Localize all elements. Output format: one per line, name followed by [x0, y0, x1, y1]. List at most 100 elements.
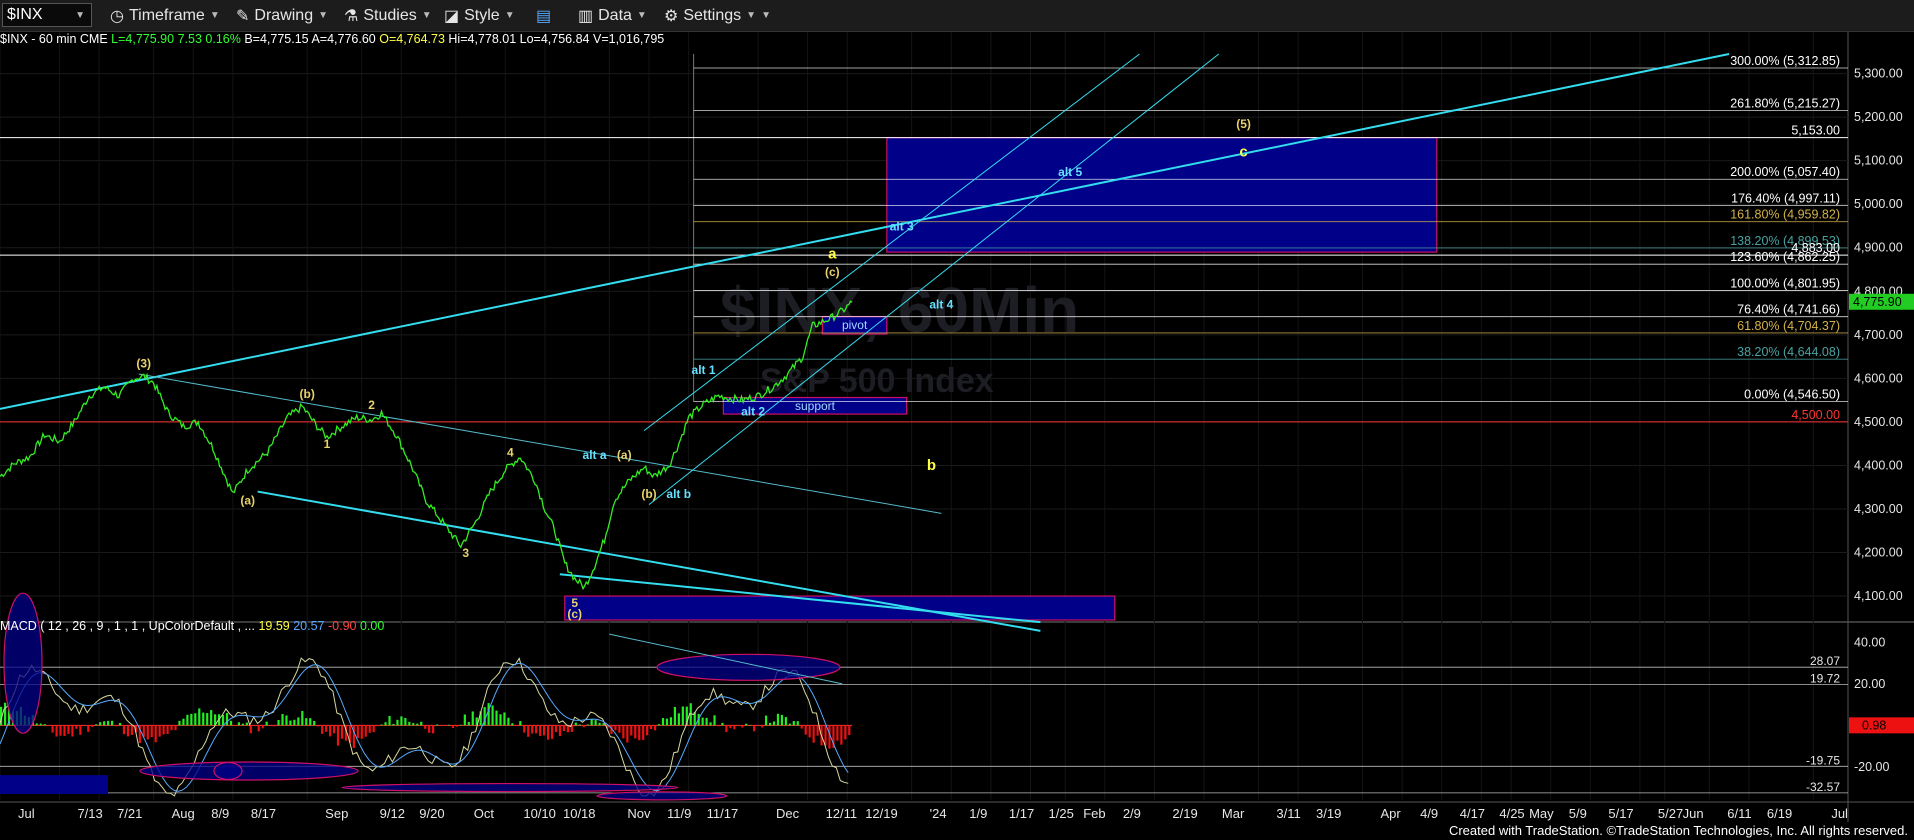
macd-histogram-bar	[650, 725, 653, 730]
wave-label: 1	[324, 437, 331, 451]
fib-label: 100.00% (4,801.95)	[1730, 276, 1840, 290]
macd-histogram-bar	[154, 725, 157, 743]
macd-histogram-bar	[87, 725, 90, 732]
macd-histogram-bar	[182, 718, 185, 726]
macd-level-label: -32.57	[1806, 780, 1840, 794]
symbol-value: $INX	[7, 6, 43, 23]
symbol-input[interactable]: $INX ▼	[2, 3, 92, 27]
data-menu[interactable]: ▥ Data ▼	[578, 4, 647, 27]
chevron-down-icon: ▼	[746, 10, 757, 21]
macd-histogram-bar	[792, 721, 795, 726]
macd-histogram-bar	[372, 725, 375, 733]
time-tick-label: 10/18	[563, 806, 596, 821]
layout-button[interactable]: ▤	[536, 4, 556, 27]
macd-histogram-bar	[701, 717, 704, 726]
macd-histogram-bar	[122, 725, 126, 735]
settings-label: Settings	[683, 6, 742, 24]
time-tick-label: 8/17	[251, 806, 276, 821]
studies-label: Studies	[363, 6, 417, 24]
macd-histogram-bar	[709, 722, 712, 726]
time-tick-label: 4/17	[1460, 806, 1485, 821]
wave-label: a	[828, 246, 837, 263]
macd-histogram-bar	[110, 720, 114, 726]
macd-histogram-bar	[416, 723, 419, 726]
time-tick-label: Dec	[776, 806, 800, 821]
studies-menu[interactable]: ⚗ Studies ▼	[344, 4, 432, 27]
macd-histogram-bar	[455, 725, 459, 727]
style-menu[interactable]: ◪ Style ▼	[444, 4, 515, 27]
macd-histogram-bar	[257, 725, 260, 732]
chart-watermark: $INX, 60Min S&P 500 Index	[720, 274, 1079, 400]
time-tick-label: Oct	[474, 806, 495, 821]
time-tick-label: 9/20	[419, 806, 444, 821]
macd-value-3: -0.90	[327, 619, 357, 633]
macd-histogram-bar	[824, 725, 827, 746]
header-exchange: CME	[79, 32, 108, 46]
price-chart[interactable]: $INX, 60Min S&P 500 Index pivot support 3…	[0, 32, 1914, 824]
time-tick-label: 8/9	[211, 806, 229, 821]
wave-label: alt 5	[1058, 165, 1082, 179]
macd-histogram-bar	[729, 725, 732, 729]
time-tick-label: 11/9	[667, 806, 691, 821]
level-label: 5,153.00	[1791, 124, 1840, 138]
wave-label: (b)	[641, 487, 656, 501]
macd-histogram-bar	[499, 714, 502, 726]
macd-histogram-bar	[780, 714, 784, 726]
header-last: L=4,775.90	[111, 32, 175, 46]
macd-histogram-bar	[764, 715, 768, 726]
macd-histogram-bar	[261, 725, 264, 729]
macd-histogram-bar	[297, 717, 300, 726]
macd-histogram-bar	[39, 723, 42, 726]
fib-label: 38.20% (4,644.08)	[1737, 345, 1840, 359]
macd-histogram-bar	[768, 722, 772, 726]
macd-histogram-bar	[114, 725, 118, 727]
macd-histogram-bar	[848, 725, 851, 735]
macd-histogram-bar	[245, 722, 248, 726]
price-tick-label: 4,200.00	[1854, 546, 1903, 560]
price-tick-label: 5,100.00	[1854, 154, 1903, 168]
macd-histogram-bar	[392, 723, 395, 726]
macd-histogram-bar	[661, 718, 665, 726]
macd-histogram-bar	[788, 723, 791, 726]
wave-label: alt b	[666, 487, 691, 501]
timeframe-menu[interactable]: ◷ Timeframe ▼	[110, 4, 220, 27]
macd-histogram-bar	[598, 722, 601, 726]
chevron-down-icon[interactable]: ▼	[75, 10, 85, 21]
macd-histogram-bar	[776, 713, 780, 726]
macd-histogram-bar	[539, 725, 542, 736]
fib-label: 176.40% (4,997.11)	[1731, 191, 1840, 205]
macd-histogram-bar	[586, 724, 589, 726]
fib-label: 61.80% (4,704.37)	[1737, 319, 1840, 333]
macd-histogram-bar	[325, 725, 328, 732]
macd-histogram-bar	[741, 725, 744, 728]
macd-histogram-bar	[467, 721, 470, 726]
macd-histogram-bar	[384, 722, 387, 726]
macd-histogram-bar	[642, 725, 645, 740]
macd-histogram-bar	[340, 725, 344, 739]
macd-histogram-bar	[424, 725, 427, 729]
macd-histogram-bar	[772, 721, 776, 726]
overflow-icon: ▼	[761, 10, 771, 21]
wave-label: 3	[462, 546, 469, 560]
fib-label: 0.00% (4,546.50)	[1744, 388, 1840, 402]
time-tick-label: Apr	[1380, 806, 1401, 821]
macd-histogram-bar	[75, 725, 78, 729]
macd-histogram-bar	[336, 725, 340, 746]
divergence-ellipse	[596, 791, 728, 801]
chevron-down-icon: ▼	[421, 10, 432, 21]
macd-level-label: 19.72	[1810, 671, 1840, 685]
macd-histogram-bar	[638, 725, 641, 741]
settings-menu[interactable]: ⚙ Settings ▼ ▼	[664, 4, 771, 27]
time-tick-label: Sep	[325, 806, 348, 821]
macd-histogram-bar	[194, 713, 197, 726]
chevron-down-icon: ▼	[504, 10, 515, 21]
wave-label: alt a	[583, 448, 607, 462]
macd-histogram-bar	[665, 718, 669, 726]
macd-histogram-bar	[317, 725, 320, 727]
macd-histogram-bar	[753, 725, 756, 732]
macd-histogram-bar	[281, 714, 284, 726]
drawing-menu[interactable]: ✎ Drawing ▼	[236, 4, 328, 27]
macd-histogram-bar	[162, 725, 165, 735]
macd-histogram-bar	[158, 725, 161, 737]
time-tick-label: May	[1529, 806, 1554, 821]
